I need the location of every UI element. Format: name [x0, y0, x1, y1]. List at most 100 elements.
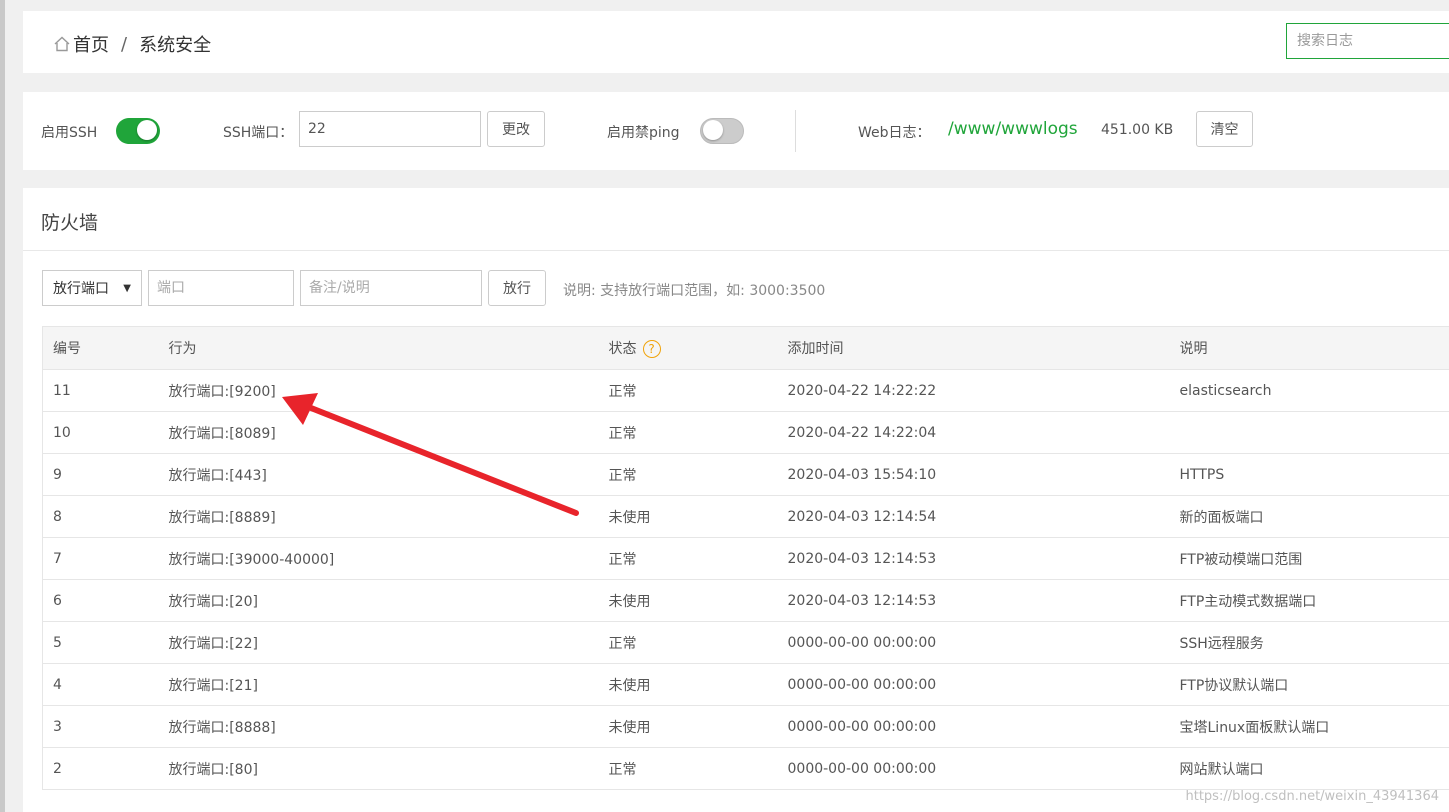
cell-status: 正常	[598, 369, 778, 412]
vertical-divider	[795, 110, 796, 152]
cell-action: 放行端口:[8089]	[158, 411, 599, 454]
col-header-time: 添加时间	[777, 326, 1170, 370]
port-range-hint: 说明: 支持放行端口范围，如: 3000:3500	[563, 283, 826, 299]
left-edge-strip	[0, 0, 5, 812]
cell-note: elasticsearch	[1169, 369, 1449, 412]
home-icon[interactable]	[53, 35, 71, 53]
ping-toggle-knob	[703, 120, 723, 140]
search-log-input[interactable]	[1286, 23, 1449, 59]
cell-action: 放行端口:[80]	[158, 747, 599, 790]
table-row: 9 放行端口:[443] 正常 2020-04-03 15:54:10 HTTPS	[42, 453, 1449, 496]
table-row: 2 放行端口:[80] 正常 0000-00-00 00:00:00 网站默认端口	[42, 747, 1449, 790]
port-input[interactable]	[148, 270, 294, 306]
cell-note: FTP协议默认端口	[1169, 663, 1449, 706]
cell-status: 正常	[598, 453, 778, 496]
cell-id: 11	[42, 369, 159, 412]
cell-time: 2020-04-03 15:54:10	[777, 453, 1170, 496]
help-icon[interactable]: ?	[642, 340, 661, 358]
clear-log-button[interactable]: 清空	[1196, 111, 1253, 147]
cell-status: 正常	[598, 747, 778, 790]
watermark: https://blog.csdn.net/weixin_43941364	[1185, 789, 1439, 804]
firewall-rules-table: 编号 行为 状态? 添加时间 说明 11 放行端口:[9200] 正常 2020-04…	[42, 326, 1449, 790]
cell-id: 8	[42, 495, 159, 538]
breadcrumb: 首页 / 系统安全	[53, 31, 211, 57]
cell-action: 放行端口:[20]	[158, 579, 599, 622]
table-row: 7 放行端口:[39000-40000] 正常 2020-04-03 12:14:53…	[42, 537, 1449, 580]
firewall-divider	[23, 250, 1449, 251]
table-row: 11 放行端口:[9200] 正常 2020-04-22 14:22:22 elasti…	[42, 369, 1449, 412]
table-row: 8 放行端口:[8889] 未使用 2020-04-03 12:14:54 新的面板端口	[42, 495, 1449, 538]
cell-id: 3	[42, 705, 159, 748]
cell-time: 2020-04-03 12:14:53	[777, 537, 1170, 580]
col-header-status: 状态?	[598, 326, 778, 370]
cell-action: 放行端口:[21]	[158, 663, 599, 706]
web-log-size: 451.00 KB	[1101, 122, 1174, 138]
cell-note: FTP被动模端口范围	[1169, 537, 1449, 580]
cell-action: 放行端口:[39000-40000]	[158, 537, 599, 580]
web-log-path-link[interactable]: /www/wwwlogs	[948, 119, 1078, 139]
allow-port-button[interactable]: 放行	[488, 270, 546, 306]
cell-id: 4	[42, 663, 159, 706]
firewall-title: 防火墙	[41, 212, 99, 234]
cell-status: 未使用	[598, 705, 778, 748]
cell-time: 0000-00-00 00:00:00	[777, 663, 1170, 706]
ssh-toggle[interactable]	[116, 118, 160, 144]
security-config-bar: 启用SSH SSH端口： 更改 启用禁ping Web日志： /www/wwwl…	[23, 92, 1449, 170]
cell-id: 10	[42, 411, 159, 454]
cell-note: SSH远程服务	[1169, 621, 1449, 664]
ssh-port-label: SSH端口：	[223, 125, 294, 141]
cell-action: 放行端口:[443]	[158, 453, 599, 496]
ping-toggle[interactable]	[700, 118, 744, 144]
rule-type-select[interactable]: 放行端口 ▼	[42, 270, 142, 306]
cell-action: 放行端口:[8889]	[158, 495, 599, 538]
cell-id: 9	[42, 453, 159, 496]
page-header: 首页 / 系统安全	[23, 11, 1449, 73]
breadcrumb-current: 系统安全	[139, 35, 212, 56]
ssh-port-input[interactable]	[299, 111, 481, 147]
change-ssh-port-button[interactable]: 更改	[487, 111, 545, 147]
caret-down-icon: ▼	[123, 282, 131, 294]
cell-time: 2020-04-03 12:14:54	[777, 495, 1170, 538]
cell-action: 放行端口:[22]	[158, 621, 599, 664]
cell-time: 2020-04-22 14:22:04	[777, 411, 1170, 454]
cell-note	[1169, 411, 1449, 454]
rule-type-value: 放行端口	[53, 281, 109, 297]
cell-id: 6	[42, 579, 159, 622]
cell-status: 未使用	[598, 579, 778, 622]
col-header-id: 编号	[42, 326, 159, 370]
cell-id: 5	[42, 621, 159, 664]
cell-note: 宝塔Linux面板默认端口	[1169, 705, 1449, 748]
cell-action: 放行端口:[9200]	[158, 369, 599, 412]
ssh-enable-label: 启用SSH	[41, 125, 98, 141]
cell-note: HTTPS	[1169, 453, 1449, 496]
col-header-action: 行为	[158, 326, 599, 370]
table-row: 10 放行端口:[8089] 正常 2020-04-22 14:22:04	[42, 411, 1449, 454]
cell-time: 0000-00-00 00:00:00	[777, 705, 1170, 748]
firewall-panel: 防火墙 放行端口 ▼ 放行 说明: 支持放行端口范围，如: 3000:3500 …	[23, 188, 1449, 812]
table-header-row: 编号 行为 状态? 添加时间 说明	[42, 326, 1449, 370]
cell-note: 网站默认端口	[1169, 747, 1449, 790]
table-row: 3 放行端口:[8888] 未使用 0000-00-00 00:00:00 宝塔Linu…	[42, 705, 1449, 748]
cell-time: 0000-00-00 00:00:00	[777, 747, 1170, 790]
breadcrumb-home[interactable]: 首页	[73, 31, 109, 57]
cell-status: 正常	[598, 411, 778, 454]
col-header-status-label: 状态	[608, 341, 637, 357]
cell-time: 0000-00-00 00:00:00	[777, 621, 1170, 664]
table-row: 6 放行端口:[20] 未使用 2020-04-03 12:14:53 FTP主动模式数…	[42, 579, 1449, 622]
note-input[interactable]	[300, 270, 482, 306]
ssh-toggle-knob	[137, 120, 157, 140]
cell-status: 正常	[598, 537, 778, 580]
cell-action: 放行端口:[8888]	[158, 705, 599, 748]
col-header-note: 说明	[1169, 326, 1449, 370]
ping-enable-label: 启用禁ping	[607, 125, 680, 141]
cell-note: 新的面板端口	[1169, 495, 1449, 538]
firewall-rows: 11 放行端口:[9200] 正常 2020-04-22 14:22:22 elasti…	[42, 369, 1449, 790]
cell-time: 2020-04-22 14:22:22	[777, 369, 1170, 412]
web-log-label: Web日志：	[858, 125, 931, 141]
cell-id: 7	[42, 537, 159, 580]
cell-id: 2	[42, 747, 159, 790]
cell-status: 未使用	[598, 495, 778, 538]
cell-status: 未使用	[598, 663, 778, 706]
cell-status: 正常	[598, 621, 778, 664]
cell-time: 2020-04-03 12:14:53	[777, 579, 1170, 622]
